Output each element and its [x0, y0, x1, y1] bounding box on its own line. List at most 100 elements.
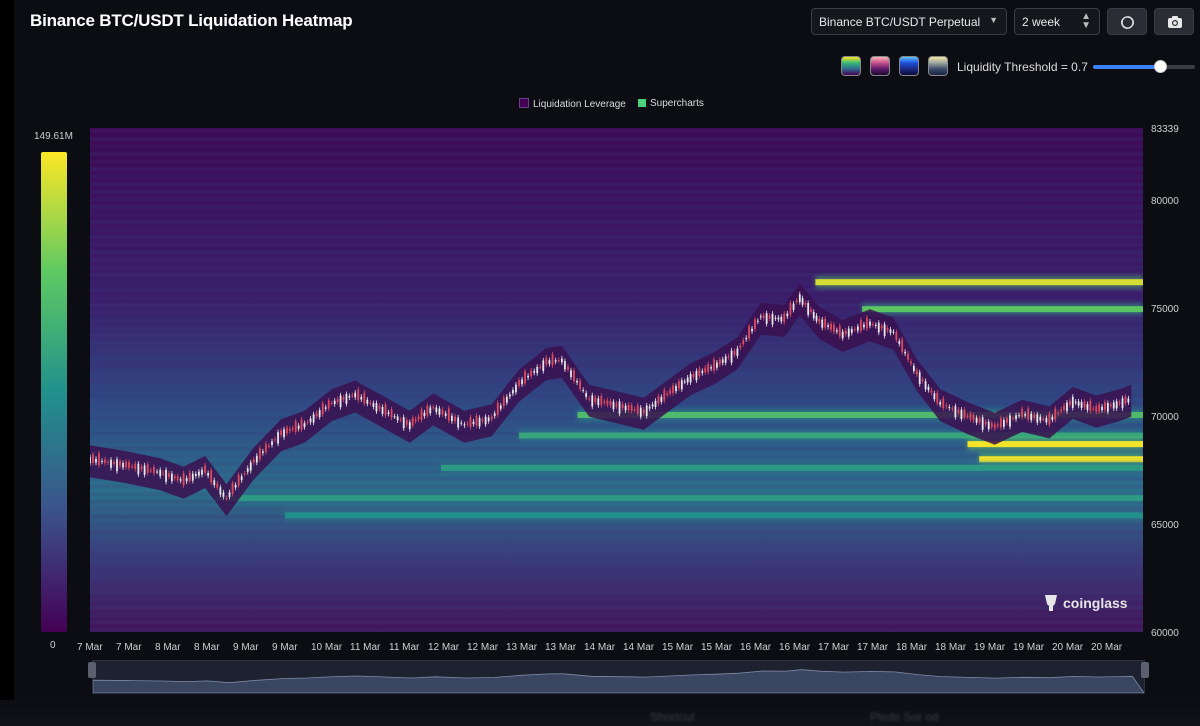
candle-body — [297, 425, 300, 429]
heatmap-chart[interactable]: 83339 80000 75000 70000 65000 60000 7 Mar 7 Mar… — [0, 0, 1200, 700]
candle-body — [630, 405, 633, 412]
candle-body — [1018, 415, 1020, 417]
candle-body — [1071, 396, 1074, 408]
candle-body — [554, 360, 557, 362]
candle-body — [1124, 396, 1127, 404]
candle-body — [357, 389, 360, 401]
candle-body — [113, 462, 115, 464]
heatmap-row — [90, 174, 1143, 179]
x-tick-label: 11 Mar — [389, 642, 420, 653]
heatmap-row — [90, 197, 1143, 202]
candle-body — [756, 320, 759, 322]
watermark: coinglass — [1043, 593, 1128, 613]
candle-body — [912, 365, 915, 372]
heatmap-row — [90, 348, 1143, 353]
candle-body — [624, 405, 627, 411]
candle-body — [895, 332, 898, 340]
x-tick-label: 13 Mar — [506, 642, 538, 653]
candle-body — [533, 371, 536, 373]
candle-body — [648, 406, 651, 409]
candle-body — [1112, 402, 1115, 409]
x-tick-label: 14 Mar — [623, 642, 655, 653]
candle-body — [286, 427, 288, 434]
candle-body — [1083, 401, 1086, 408]
candle-body — [487, 417, 490, 422]
candle-body — [716, 362, 718, 368]
y-tick-label: 70000 — [1151, 412, 1179, 423]
candle-body — [423, 412, 426, 417]
candle-body — [375, 403, 378, 412]
candle-body — [315, 413, 318, 417]
heatmap-row — [90, 250, 1143, 255]
candle-body — [417, 416, 420, 420]
candle-body — [1063, 405, 1065, 410]
candle-body — [606, 400, 609, 405]
x-tick-label: 7 Mar — [77, 642, 103, 653]
candle-body — [754, 319, 756, 329]
candle-body — [792, 303, 795, 310]
candle-body — [1030, 413, 1033, 421]
candle-body — [339, 395, 342, 408]
candle-body — [1009, 415, 1011, 427]
candle-body — [1095, 406, 1098, 412]
heatmap-row — [90, 295, 1143, 300]
range-navigator[interactable] — [92, 660, 1145, 694]
candle-body — [457, 417, 460, 428]
candle-body — [821, 319, 824, 328]
x-tick-label: 12 Mar — [428, 642, 460, 653]
candle-body — [633, 409, 636, 411]
candle-body — [910, 361, 912, 364]
heatmap-row — [90, 560, 1143, 564]
navigator-left-handle[interactable] — [88, 662, 96, 678]
candle-body — [98, 453, 100, 466]
heatmap-row — [90, 257, 1143, 262]
candle-body — [718, 359, 721, 365]
candle-body — [447, 408, 450, 421]
candle-body — [122, 463, 124, 468]
candle-body — [153, 466, 155, 474]
candle-body — [672, 385, 674, 393]
heatmap-row — [90, 136, 1143, 141]
candle-body — [408, 422, 411, 430]
candle-body — [393, 416, 396, 418]
candle-body — [216, 483, 219, 488]
candle-body — [466, 423, 469, 425]
heatmap-row — [90, 318, 1143, 323]
candle-body — [609, 401, 612, 406]
candle-body — [915, 370, 918, 375]
x-tick-label: 17 Mar — [857, 642, 889, 653]
candle-body — [966, 415, 969, 417]
navigator-right-handle[interactable] — [1141, 662, 1149, 678]
candle-body — [724, 356, 727, 363]
candle-body — [689, 374, 692, 383]
heatmap-row — [90, 378, 1143, 383]
candle-body — [402, 417, 405, 429]
heatmap-row — [90, 371, 1143, 376]
candle-body — [387, 412, 390, 414]
candle-body — [557, 360, 560, 362]
candle-body — [768, 315, 771, 319]
candle-body — [472, 421, 475, 425]
y-tick-label: 75000 — [1151, 304, 1179, 315]
candle-body — [733, 350, 736, 355]
heatmap-row — [90, 522, 1143, 527]
candle-body — [996, 424, 999, 426]
candle-body — [548, 360, 551, 365]
candle-body — [399, 419, 402, 421]
heatmap-row — [90, 144, 1143, 149]
candle-body — [478, 417, 481, 427]
candle-body — [1074, 401, 1077, 403]
candle-body — [366, 399, 369, 404]
candle-body — [863, 324, 865, 328]
x-tick-label: 20 Mar — [1091, 642, 1123, 653]
candle-body — [1045, 418, 1048, 423]
candle-body — [570, 370, 572, 378]
heatmap-row — [90, 212, 1143, 217]
candle-body — [765, 313, 768, 324]
heatmap-row — [90, 590, 1143, 595]
candle-body — [240, 476, 243, 481]
x-tick-label: 13 Mar — [545, 642, 577, 653]
candle-body — [104, 459, 106, 464]
heatmap-row — [90, 333, 1143, 338]
x-tick-label: 10 Mar — [311, 642, 343, 653]
